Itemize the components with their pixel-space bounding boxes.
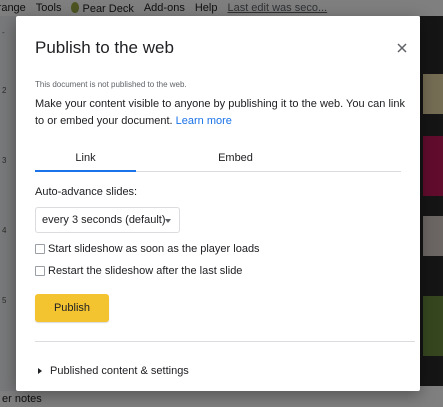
publish-button[interactable]: Publish [35, 294, 109, 322]
auto-advance-value: every 3 seconds (default) [42, 214, 166, 226]
close-icon [397, 43, 407, 53]
auto-advance-select[interactable]: every 3 seconds (default) [35, 207, 180, 233]
restart-slideshow-checkbox[interactable] [35, 266, 45, 276]
published-settings-label: Published content & settings [50, 365, 189, 377]
close-button[interactable] [393, 39, 411, 57]
publish-status: This document is not published to the we… [35, 80, 187, 89]
expand-arrow-icon [38, 368, 42, 374]
publish-dialog: Publish to the web This document is not … [16, 16, 420, 391]
start-slideshow-label: Start slideshow as soon as the player lo… [48, 243, 260, 255]
intro-text: Make your content visible to anyone by p… [35, 96, 405, 130]
dialog-title: Publish to the web [35, 38, 174, 57]
dropdown-arrow-icon [165, 219, 171, 223]
learn-more-link[interactable]: Learn more [176, 115, 232, 127]
start-slideshow-option[interactable]: Start slideshow as soon as the player lo… [35, 242, 260, 256]
restart-slideshow-option[interactable]: Restart the slideshow after the last sli… [35, 264, 242, 278]
auto-advance-label: Auto-advance slides: [35, 186, 138, 198]
published-settings-expander[interactable]: Published content & settings [35, 363, 189, 379]
tab-embed[interactable]: Embed [185, 148, 286, 172]
divider [35, 341, 415, 342]
tab-bar: Link Embed [35, 148, 401, 172]
start-slideshow-checkbox[interactable] [35, 244, 45, 254]
restart-slideshow-label: Restart the slideshow after the last sli… [48, 265, 243, 277]
tab-link[interactable]: Link [35, 148, 136, 172]
